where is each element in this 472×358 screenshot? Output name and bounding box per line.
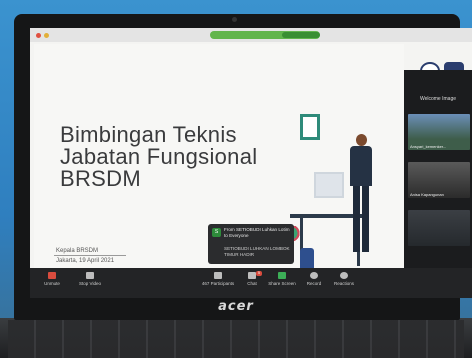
slide-title-line-1: Bimbingan Teknis <box>60 122 237 147</box>
chat-avatar: S <box>212 228 221 237</box>
reactions-icon <box>340 272 348 279</box>
participants-count: 467 <box>201 281 210 286</box>
participants-icon <box>214 272 222 279</box>
slide-title-line-2: Jabatan Fungsional <box>60 144 258 169</box>
slide-title: Bimbingan Teknis Jabatan Fungsional BRSD… <box>60 124 257 190</box>
person-legs-icon <box>353 186 369 252</box>
gallery-header: Welcome Image <box>419 96 457 102</box>
participant-tile[interactable]: Anisa Kapangunan <box>408 162 470 198</box>
participant-tile[interactable] <box>408 210 470 246</box>
keyboard <box>8 320 464 358</box>
stop-video-button[interactable]: Stop Video <box>70 272 110 286</box>
reactions-button[interactable]: Reactions <box>324 272 364 286</box>
laptop-screen: Bimbingan Teknis Jabatan Fungsional BRSD… <box>30 28 472 298</box>
participant-tile[interactable]: Ansyari_kemenker... <box>408 114 470 150</box>
participant-name: Ansyari_kemenker... <box>410 144 447 149</box>
meeting-toolbar: Unmute Stop Video 467 Participants 5 Cha… <box>30 268 472 298</box>
participants-label: Participants <box>210 281 235 286</box>
chat-notification[interactable]: S From SETIOBUDI Luhkan Lotim to Everyon… <box>208 224 294 264</box>
slide-title-line-3: BRSDM <box>60 166 141 191</box>
person-body-icon <box>350 146 372 186</box>
unmute-label: Unmute <box>44 281 60 286</box>
stop-share-icon[interactable] <box>282 32 320 38</box>
minimize-window-icon[interactable] <box>44 33 49 38</box>
webcam-icon <box>232 17 237 22</box>
share-screen-label: Share Screen <box>268 281 296 286</box>
person-head-icon <box>356 134 367 146</box>
share-screen-icon <box>278 272 286 279</box>
monitor-icon <box>314 172 344 198</box>
camera-icon <box>86 272 94 279</box>
picture-frame-icon <box>300 114 320 140</box>
window-title-bar <box>30 28 472 42</box>
record-icon <box>310 272 318 279</box>
chat-sender: From SETIOBUDI Luhkan Lotim to Everyone <box>224 227 290 238</box>
chat-label: Chat <box>247 281 257 286</box>
vase-icon <box>300 248 314 268</box>
chat-message: SETIOBUDI LUHKAN LOMBOK TIMUR HADIR <box>224 246 290 257</box>
record-label: Record <box>306 281 322 286</box>
microphone-icon <box>48 272 56 279</box>
participant-name: Anisa Kapangunan <box>410 192 444 197</box>
close-window-icon[interactable] <box>36 33 41 38</box>
slide-divider <box>54 255 126 256</box>
reactions-label: Reactions <box>333 281 354 286</box>
chat-icon <box>248 272 256 279</box>
laptop-brand-logo: acer <box>218 299 254 314</box>
stop-video-label: Stop Video <box>79 281 101 286</box>
slide-presenter: Kepala BRSDM <box>56 248 99 254</box>
participant-gallery: Welcome Image Ansyari_kemenker... Anisa … <box>404 70 472 280</box>
unmute-button[interactable]: Unmute <box>32 272 72 286</box>
slide-place-date: Jakarta, 19 April 2021 <box>56 258 115 264</box>
